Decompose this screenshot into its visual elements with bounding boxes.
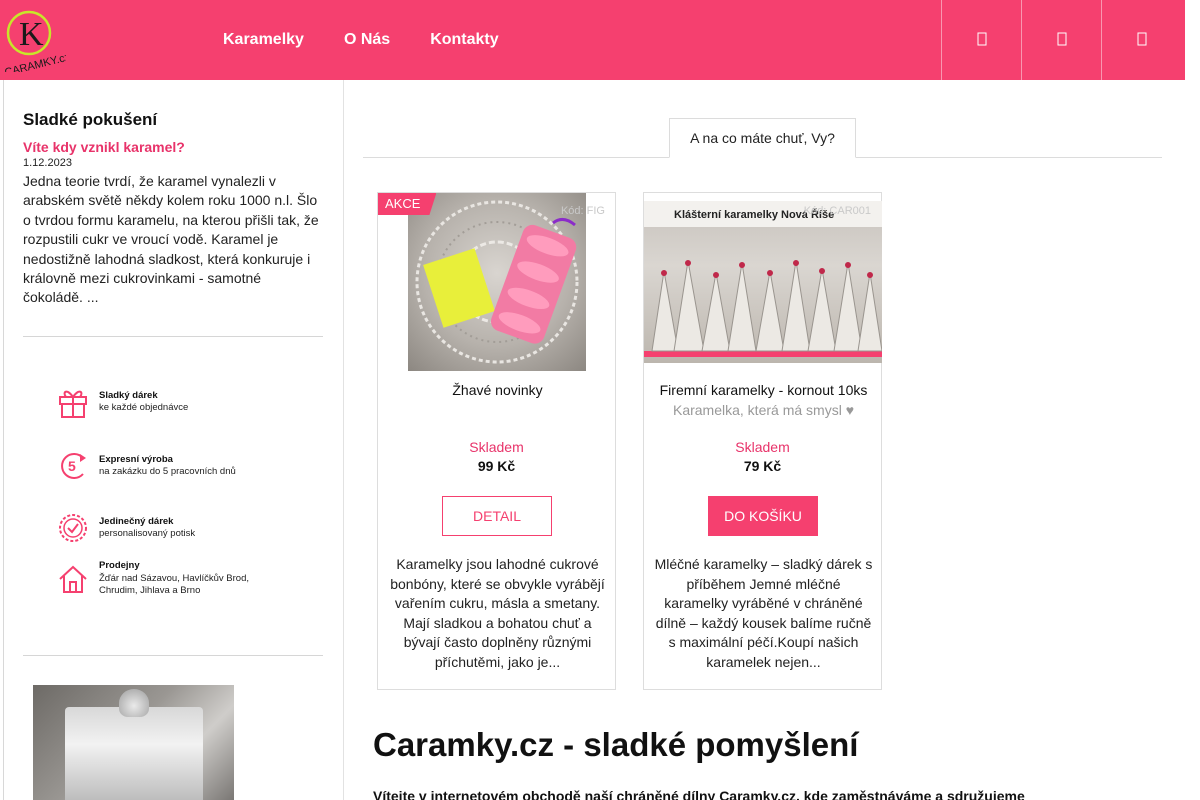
- feature-title: Sladký dárek: [99, 389, 158, 401]
- gift-icon: [57, 384, 89, 420]
- page-heading: Caramky.cz - sladké pomyšlení: [373, 726, 859, 763]
- nav-item-kontakty[interactable]: Kontakty: [410, 31, 518, 49]
- sidebar-title: Sladké pokušení: [23, 110, 158, 129]
- nav-item-karamelky[interactable]: Karamelky: [203, 31, 324, 49]
- stock-status: Skladem: [735, 439, 790, 455]
- badge-check-icon: [57, 510, 89, 546]
- article-excerpt: Jedna teorie tvrdí, že karamel vynalezli…: [23, 173, 319, 306]
- feature-title: Expresní výroba: [99, 453, 173, 465]
- caramky-logo: K CARAMKY.cz: [3, 10, 71, 79]
- sidebar-divider: [23, 655, 323, 656]
- product-code: Kód: CAR001: [803, 205, 871, 217]
- site-logo[interactable]: K CARAMKY.cz: [3, 8, 71, 79]
- product-name[interactable]: Žhavé novinky: [388, 381, 607, 401]
- gift-bag-knot: [119, 689, 149, 717]
- feature-title: Prodejny: [99, 560, 140, 571]
- article-link[interactable]: Víte kdy vznikl karamel?: [23, 139, 185, 155]
- feature-shops: Prodejny Žďár nad Sázavou, Havlíčkův Brod…: [57, 560, 249, 598]
- product-price: 79 Kč: [743, 458, 782, 474]
- product-image[interactable]: [408, 193, 586, 371]
- user-button[interactable]: [941, 0, 1021, 80]
- express-5-icon: 5: [57, 448, 89, 484]
- product-subtitle: Karamelka, která má smysl ♥: [672, 401, 855, 418]
- feature-sub: Žďár nad Sázavou, Havlíčkův Brod,: [99, 572, 249, 584]
- feature-sub: na zakázku do 5 pracovních dnů: [99, 466, 236, 477]
- search-icon: [1055, 32, 1069, 49]
- home-icon: [57, 561, 89, 597]
- cart-button[interactable]: [1101, 0, 1181, 80]
- feature-sub2: Chrudim, Jihlava a Brno: [99, 585, 201, 596]
- feature-express: 5 Expresní výroba na zakázku do 5 pracovn…: [57, 448, 236, 484]
- feature-sub: personalisovaný potisk: [99, 528, 196, 539]
- product-card[interactable]: AKCE Kód: FIG Žhavé novinky Skladem 99 K…: [377, 192, 616, 690]
- product-image[interactable]: Klášterní karamelky Nová Říše: [644, 201, 882, 363]
- article-date: 1.12.2023: [23, 157, 72, 169]
- feature-gift: Sladký dárek ke každé objednávce: [57, 384, 188, 420]
- feature-sub: ke každé objednávce: [99, 402, 189, 413]
- column-divider: [343, 80, 344, 800]
- tab-active[interactable]: A na co máte chuť, Vy?: [669, 118, 856, 158]
- sale-badge: AKCE: [378, 193, 437, 215]
- main-nav: Karamelky O Nás Kontakty: [203, 0, 519, 80]
- scrollbar-area[interactable]: [1185, 0, 1200, 800]
- intro-text: Vítejte v internetovém obchodě naší chrá…: [373, 788, 1025, 800]
- add-to-cart-button[interactable]: DO KOŠÍKU: [708, 496, 818, 536]
- nav-item-o-nas[interactable]: O Nás: [324, 31, 410, 49]
- detail-button[interactable]: DETAIL: [442, 496, 552, 536]
- search-button[interactable]: [1021, 0, 1101, 80]
- product-card[interactable]: Klášterní karamelky Nová Říše Kód: CAR00…: [643, 192, 882, 690]
- svg-text:K: K: [19, 16, 44, 53]
- sidebar-divider: [23, 336, 323, 337]
- cart-icon: [1135, 32, 1149, 49]
- product-description: Karamelky jsou lahodné cukrové bonbóny, …: [390, 556, 605, 670]
- feature-title: Jedinečný dárek: [99, 515, 174, 527]
- product-description: Mléčné karamelky – sladký dárek s příběh…: [654, 556, 873, 670]
- site-header: K CARAMKY.cz Karamelky O Nás Kontakty: [0, 0, 1185, 80]
- sidebar-promo-image[interactable]: [33, 685, 234, 800]
- lace-doily-graphic: [415, 200, 579, 364]
- stock-status: Skladem: [469, 439, 524, 455]
- svg-text:5: 5: [68, 458, 76, 474]
- gift-bag-shape: [65, 707, 203, 800]
- product-price: 99 Kč: [477, 458, 516, 474]
- product-name[interactable]: Firemní karamelky - kornout 10ks Karamel…: [654, 381, 873, 420]
- feature-unique-gift: Jedinečný dárek personalisovaný potisk: [57, 510, 195, 546]
- product-code: Kód: FIG: [560, 205, 605, 217]
- user-icon: [975, 32, 989, 49]
- page-border: [3, 80, 4, 800]
- candy-bags-graphic: Klášterní karamelky Nová Říše: [644, 201, 882, 357]
